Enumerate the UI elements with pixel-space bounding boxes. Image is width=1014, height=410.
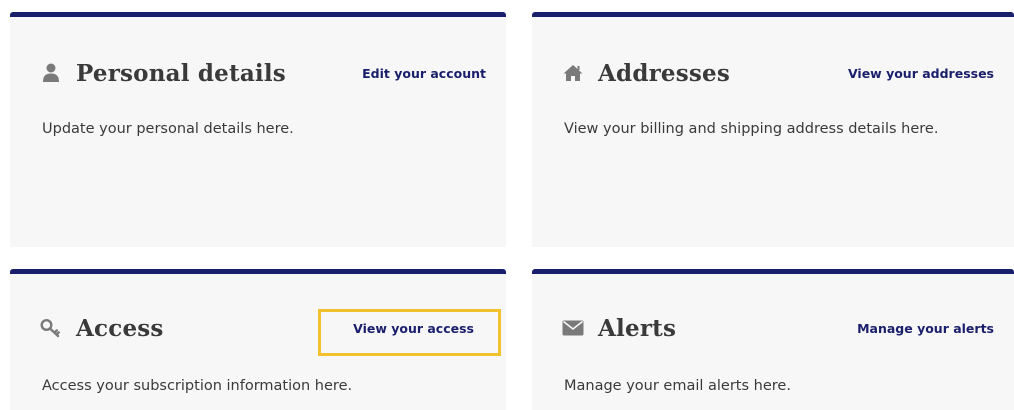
- edit-account-link[interactable]: Edit your account: [362, 66, 486, 81]
- card-description: Access your subscription information her…: [42, 378, 353, 394]
- card-title: Alerts: [598, 314, 677, 342]
- personal-details-card: Personal details Edit your account Updat…: [10, 12, 506, 247]
- home-icon: [562, 62, 584, 84]
- view-access-link[interactable]: View your access: [353, 321, 474, 336]
- envelope-icon: [562, 317, 584, 339]
- card-description: Manage your email alerts here.: [564, 378, 791, 394]
- key-icon: [40, 317, 62, 339]
- card-description: View your billing and shipping address d…: [564, 121, 939, 137]
- card-header: Addresses View your addresses: [562, 55, 994, 91]
- card-title: Addresses: [598, 59, 731, 87]
- access-card: Access View your access Access your subs…: [10, 269, 506, 410]
- card-title: Personal details: [76, 59, 286, 87]
- title-wrap: Addresses: [562, 60, 730, 87]
- card-header: Personal details Edit your account: [40, 55, 486, 91]
- alerts-card: Alerts Manage your alerts Manage your em…: [532, 269, 1014, 410]
- account-dashboard: Personal details Edit your account Updat…: [0, 0, 1014, 410]
- card-description: Update your personal details here.: [42, 121, 294, 137]
- card-title: Access: [76, 314, 164, 342]
- manage-alerts-link[interactable]: Manage your alerts: [857, 321, 994, 336]
- card-header: Alerts Manage your alerts: [562, 310, 994, 346]
- view-addresses-link[interactable]: View your addresses: [848, 66, 994, 81]
- addresses-card: Addresses View your addresses View your …: [532, 12, 1014, 247]
- title-wrap: Access: [40, 315, 164, 342]
- title-wrap: Alerts: [562, 315, 676, 342]
- card-header: Access View your access: [40, 310, 486, 346]
- person-icon: [40, 62, 62, 84]
- title-wrap: Personal details: [40, 60, 286, 87]
